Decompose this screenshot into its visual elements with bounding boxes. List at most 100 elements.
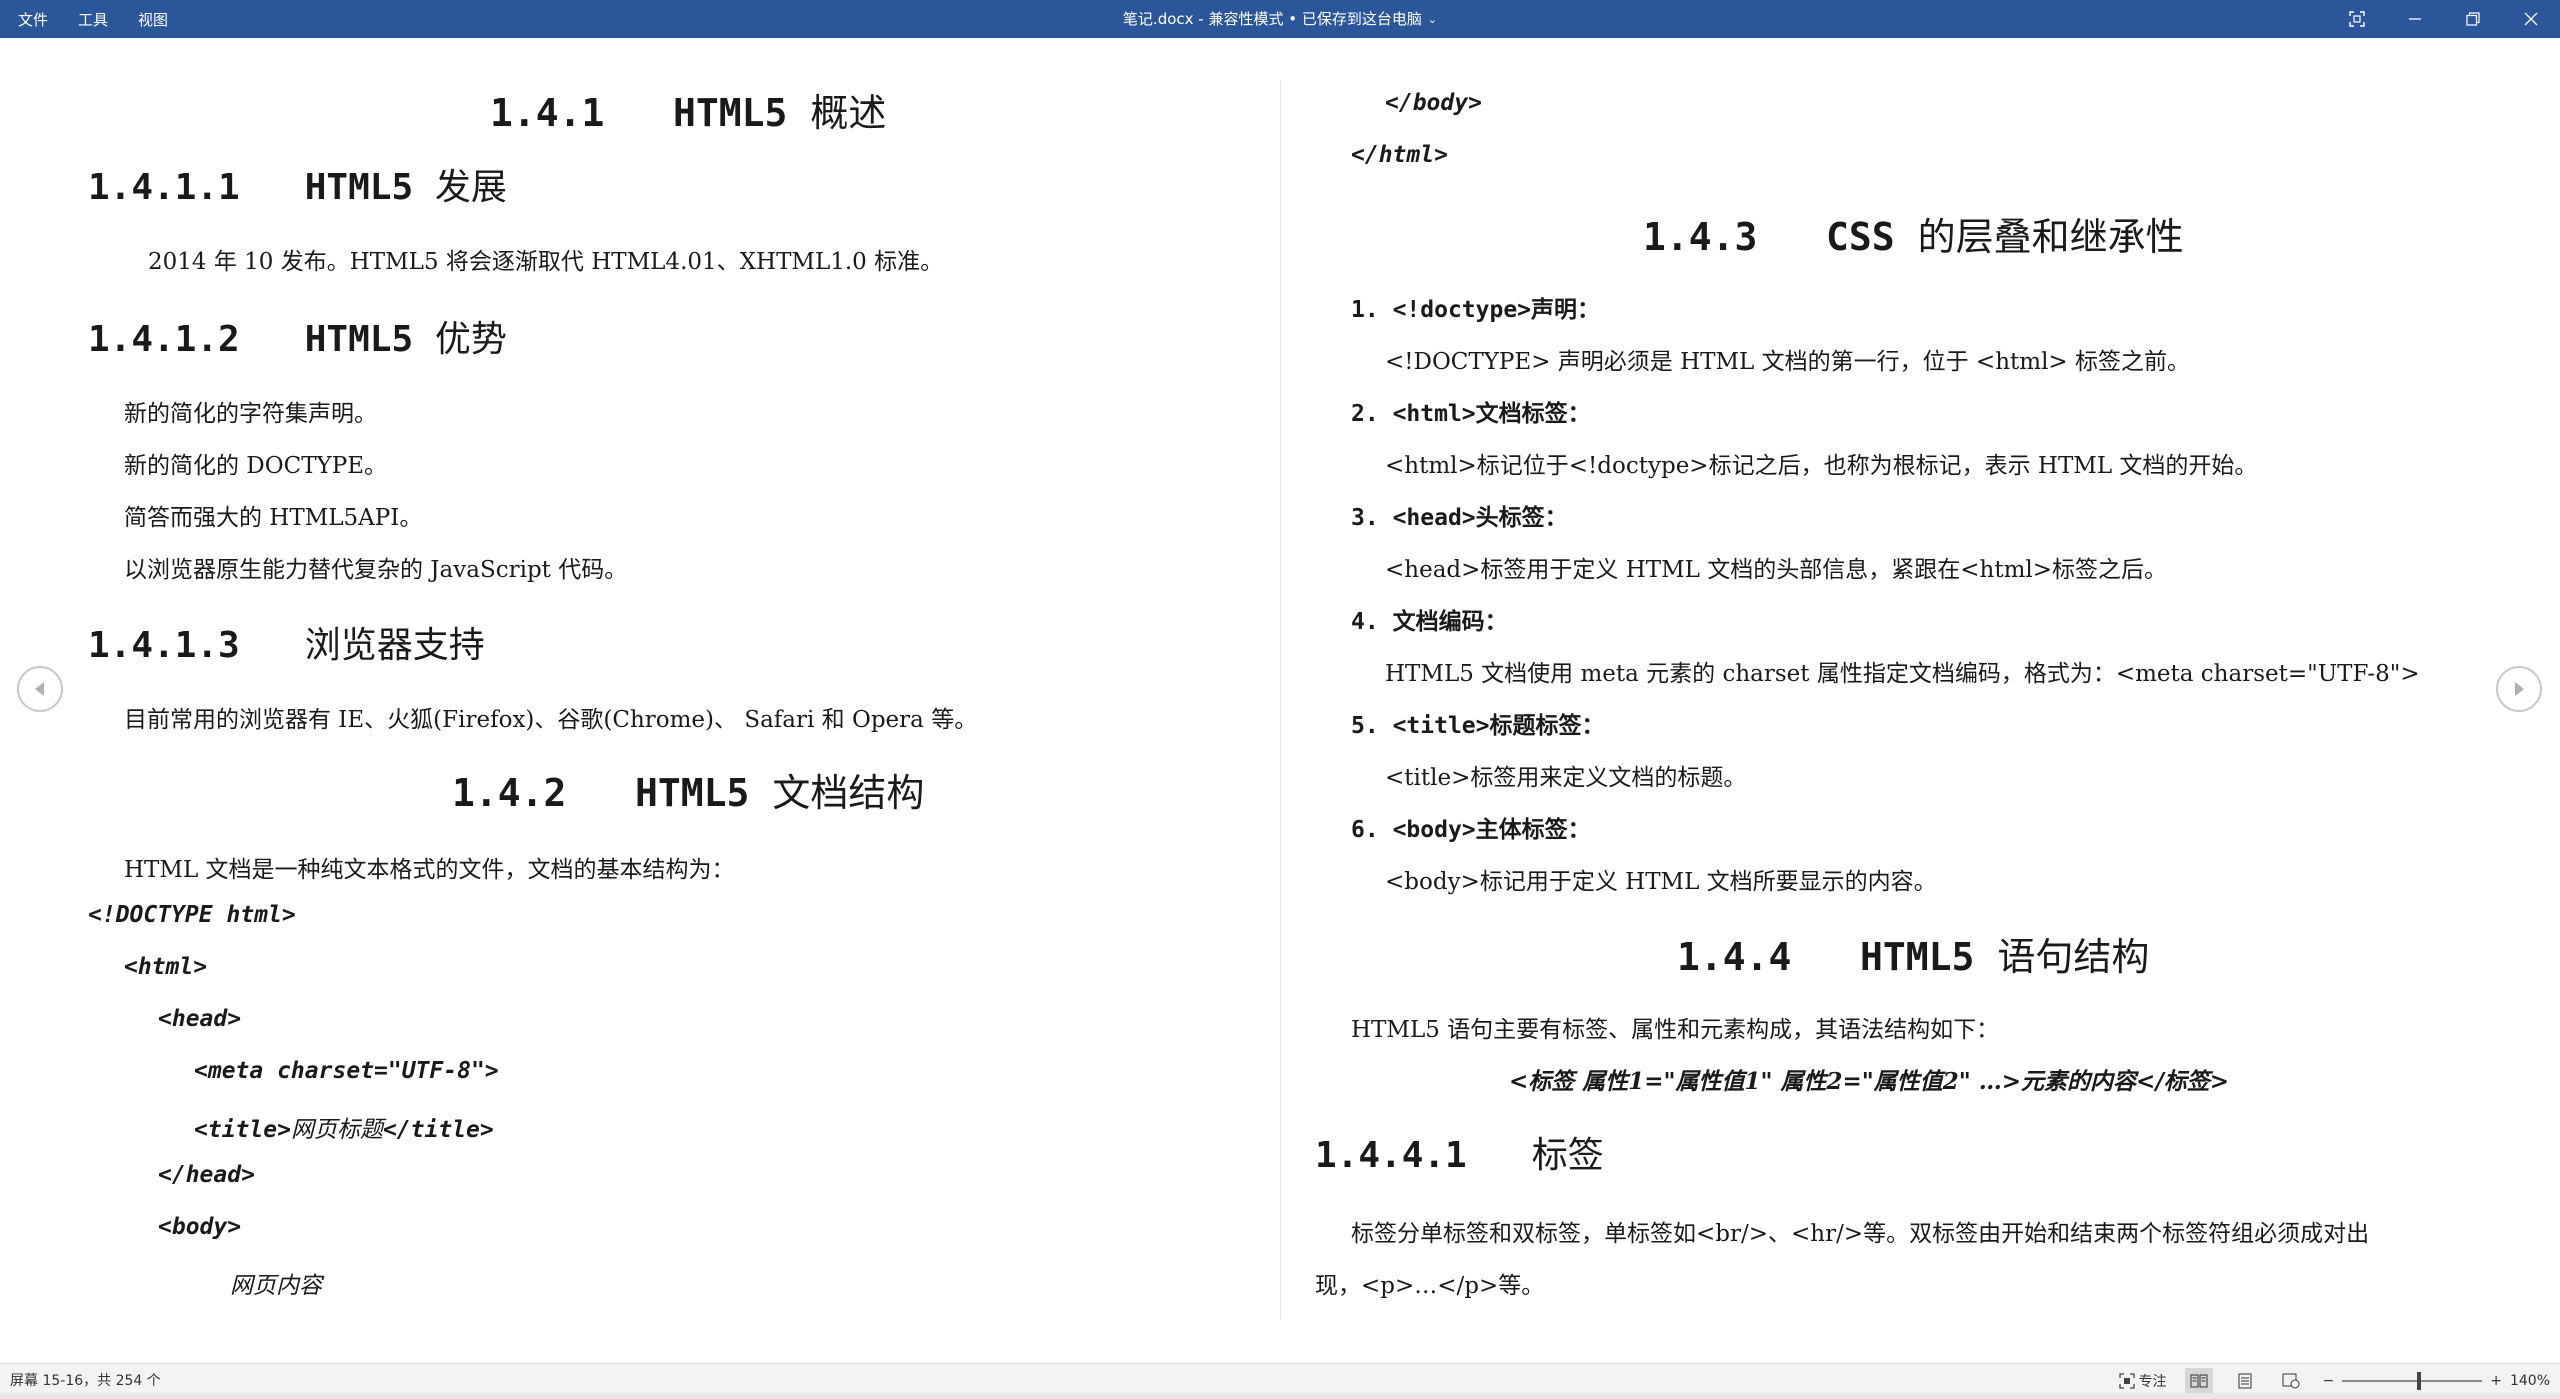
list-number: 1. <box>1351 297 1379 323</box>
heading-number: 1.4.1.1 <box>88 167 240 208</box>
code-line: </html> <box>1351 142 1448 168</box>
chevron-down-icon: ⌄ <box>1427 13 1438 26</box>
print-layout-button[interactable] <box>2231 1368 2259 1394</box>
fit-window-icon[interactable] <box>2328 0 2386 38</box>
paragraph-tags-2: 现，<p>…</p>等。 <box>1315 1273 1545 1299</box>
code-line: </head> <box>158 1162 255 1188</box>
focus-mode-button[interactable]: 专注 <box>2118 1371 2167 1391</box>
heading-keyword: HTML5 <box>304 167 414 208</box>
syntax-line: <标签 属性1="属性值1" 属性2="属性值2" …>元素的内容</标签> <box>1509 1068 2229 1095</box>
advantage-item: 新的简化的字符集声明。 <box>124 401 377 427</box>
focus-icon <box>2118 1373 2135 1389</box>
triangle-right-icon <box>2515 682 2524 696</box>
advantage-item: 以浏览器原生能力替代复杂的 JavaScript 代码。 <box>124 557 628 583</box>
previous-page-button[interactable] <box>17 666 63 712</box>
list-item-title: 4. 文档编码： <box>1351 602 1508 636</box>
heading-1-4-3: 1.4.3 CSS 的层叠和继承性 <box>1643 206 2184 261</box>
heading-number: 1.4.4 <box>1677 935 1792 979</box>
list-title: <title>标题标签： <box>1392 713 1605 739</box>
heading-1-4-1: 1.4.1 HTML5 概述 <box>490 82 886 137</box>
paragraph-html5-history: 2014 年 10 发布。HTML5 将会逐渐取代 HTML4.01、XHTML… <box>148 249 944 275</box>
list-title: 文档编码： <box>1392 609 1508 635</box>
list-title: <html>文档标签： <box>1392 401 1591 427</box>
paragraph-tags-1: 标签分单标签和双标签，单标签如<br/>、<hr/>等。双标签由开始和结束两个标… <box>1351 1221 2370 1247</box>
heading-number: 1.4.1.2 <box>88 319 240 360</box>
list-number: 2. <box>1351 401 1379 427</box>
list-title: <body>主体标签： <box>1392 817 1591 843</box>
heading-1-4-4-1: 1.4.4.1 标签 <box>1315 1126 1604 1178</box>
paragraph-browser-support: 目前常用的浏览器有 IE、火狐(Firefox)、谷歌(Chrome)、 Saf… <box>124 707 978 733</box>
page-icon <box>2238 1373 2251 1389</box>
code-token: <title> <box>194 1117 291 1143</box>
zoom-control: − + 140% <box>2323 1372 2550 1390</box>
heading-text: 浏览器支持 <box>304 625 485 666</box>
zoom-slider[interactable] <box>2342 1372 2483 1390</box>
heading-text: 发展 <box>434 167 507 208</box>
heading-keyword: HTML5 <box>1860 935 1975 979</box>
list-item-desc: <title>标签用来定义文档的标题。 <box>1385 765 1747 791</box>
close-icon[interactable] <box>2502 0 2560 38</box>
heading-number: 1.4.2 <box>452 771 567 815</box>
heading-text: 概述 <box>810 91 887 135</box>
heading-text: 文档结构 <box>772 771 925 815</box>
zoom-level[interactable]: 140% <box>2510 1373 2550 1389</box>
heading-1-4-2: 1.4.2 HTML5 文档结构 <box>452 762 924 817</box>
minimize-icon[interactable] <box>2386 0 2444 38</box>
list-item-title: 6. <body>主体标签： <box>1351 810 1591 844</box>
book-icon <box>2190 1374 2207 1388</box>
heading-text: 的层叠和继承性 <box>1917 215 2184 259</box>
document-title[interactable]: 笔记.docx - 兼容性模式 • 已保存到这台电脑 ⌄ <box>0 0 2560 38</box>
advantage-item: 新的简化的 DOCTYPE。 <box>124 453 387 479</box>
heading-number: 1.4.1.3 <box>88 625 240 666</box>
heading-keyword: HTML5 <box>635 771 750 815</box>
zoom-out-icon[interactable]: − <box>2323 1373 2335 1389</box>
heading-text: 优势 <box>434 319 507 360</box>
list-item-desc: <head>标签用于定义 HTML 文档的头部信息，紧跟在<html>标签之后。 <box>1385 557 2168 583</box>
list-item-title: 5. <title>标题标签： <box>1351 706 1605 740</box>
focus-label: 专注 <box>2138 1374 2167 1390</box>
restore-icon[interactable] <box>2444 0 2502 38</box>
document-title-text: 笔记.docx - 兼容性模式 • 已保存到这台电脑 <box>1122 10 1422 28</box>
read-mode-button[interactable] <box>2184 1368 2213 1394</box>
heading-text: 语句结构 <box>1997 935 2150 979</box>
heading-keyword: HTML5 <box>304 319 414 360</box>
code-line: <head> <box>158 1006 242 1032</box>
list-title: <head>头标签： <box>1392 505 1568 531</box>
heading-1-4-1-2: 1.4.1.2 HTML5 优势 <box>88 310 507 362</box>
list-item-title: 3. <head>头标签： <box>1351 498 1568 532</box>
list-number: 5. <box>1351 713 1379 739</box>
heading-number: 1.4.3 <box>1643 215 1758 259</box>
code-line: <html> <box>124 954 208 980</box>
list-number: 3. <box>1351 505 1379 531</box>
paragraph-syntax-intro: HTML5 语句主要有标签、属性和元素构成，其语法结构如下： <box>1351 1017 2000 1043</box>
heading-1-4-4: 1.4.4 HTML5 语句结构 <box>1677 926 2149 981</box>
page-divider <box>1280 80 1281 1320</box>
code-token: 网页标题 <box>290 1117 383 1143</box>
list-number: 6. <box>1351 817 1379 843</box>
paragraph-doc-structure: HTML 文档是一种纯文本格式的文件，文档的基本结构为： <box>124 857 735 883</box>
code-line: <body> <box>158 1214 242 1240</box>
code-token: </title> <box>382 1117 494 1143</box>
heading-number: 1.4.1 <box>490 91 605 135</box>
code-line-title: <title>网页标题</title> <box>194 1110 494 1144</box>
heading-number: 1.4.4.1 <box>1315 1135 1467 1176</box>
web-layout-button[interactable] <box>2277 1368 2305 1394</box>
list-item-desc: <!DOCTYPE> 声明必须是 HTML 文档的第一行，位于 <html> 标… <box>1385 349 2191 375</box>
code-line: </body> <box>1385 90 1482 116</box>
heading-1-4-1-1: 1.4.1.1 HTML5 发展 <box>88 158 507 210</box>
window-controls <box>2328 0 2560 38</box>
zoom-slider-thumb[interactable] <box>2417 1372 2422 1390</box>
next-page-button[interactable] <box>2496 666 2542 712</box>
heading-1-4-1-3: 1.4.1.3 浏览器支持 <box>88 616 485 668</box>
code-line: <!DOCTYPE html> <box>88 902 296 928</box>
list-number: 4. <box>1351 609 1379 635</box>
list-item-title: 2. <html>文档标签： <box>1351 394 1591 428</box>
list-item-title: 1. <!doctype>声明： <box>1351 290 1600 324</box>
taskbar-strip <box>0 1393 2560 1399</box>
list-title: <!doctype>声明： <box>1392 297 1601 323</box>
zoom-in-icon[interactable]: + <box>2490 1373 2502 1389</box>
heading-keyword: HTML5 <box>673 91 788 135</box>
document-area[interactable]: 1.4.1 HTML5 概述 1.4.1.1 HTML5 发展 2014 年 1… <box>0 38 2560 1363</box>
web-layout-icon <box>2282 1373 2299 1389</box>
heading-text: 标签 <box>1531 1135 1604 1176</box>
